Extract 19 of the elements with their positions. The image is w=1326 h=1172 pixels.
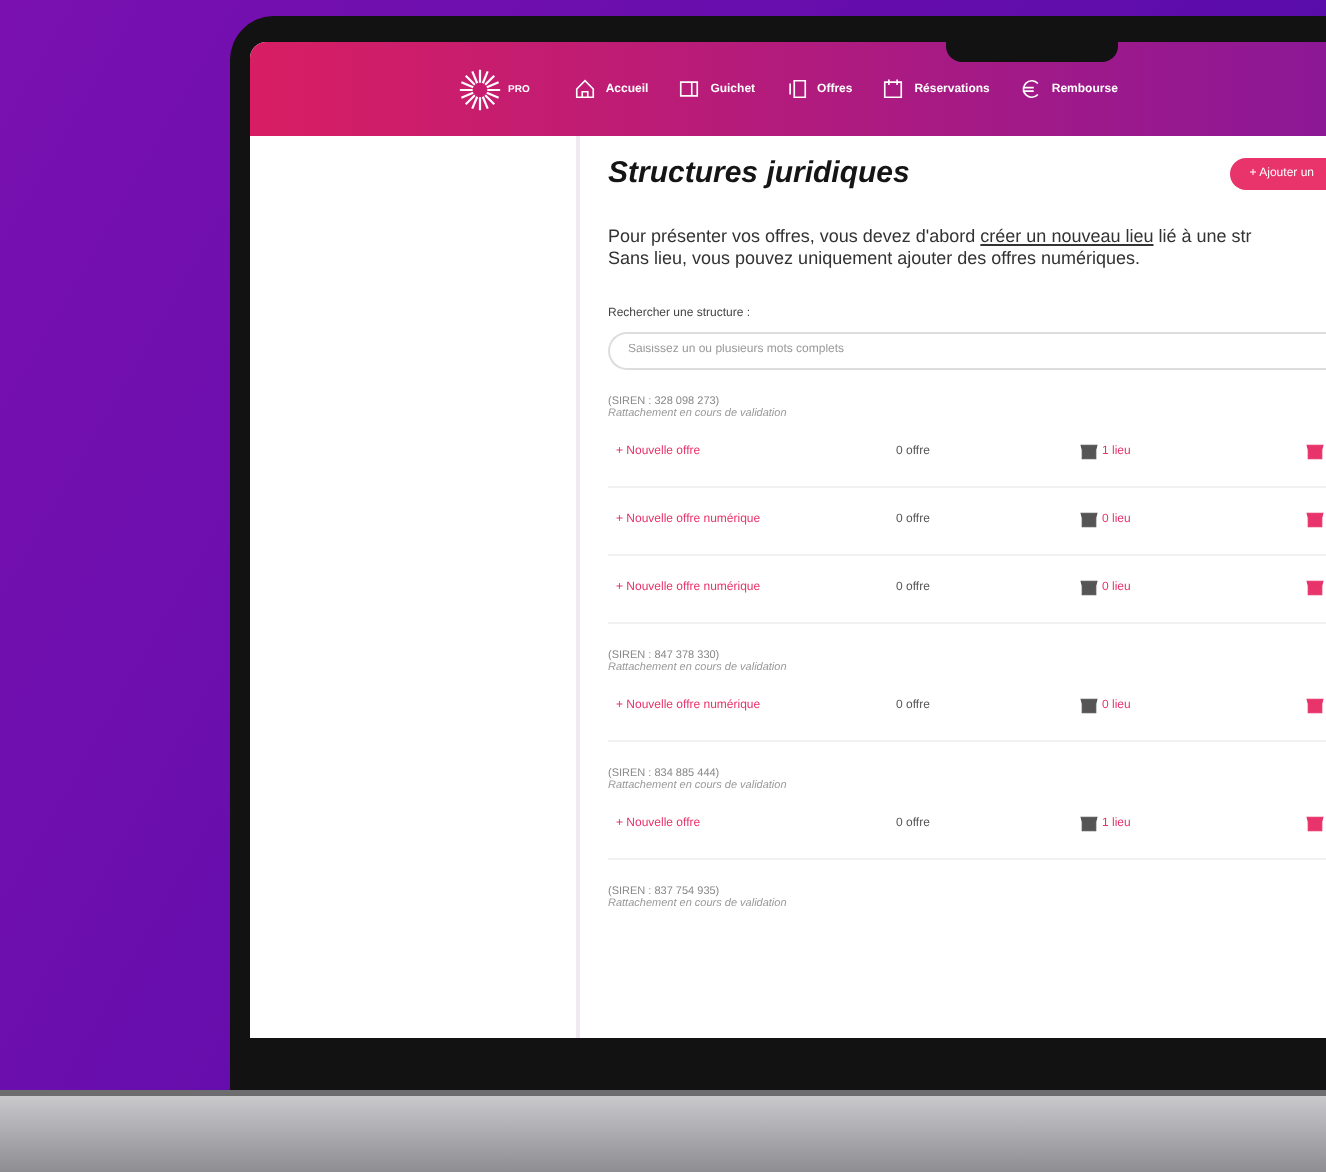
store-icon[interactable] <box>1306 512 1324 528</box>
calendar-icon <box>882 78 905 100</box>
store-icon <box>1080 698 1098 714</box>
store-icon[interactable] <box>1306 580 1324 596</box>
store-icon <box>1080 816 1098 832</box>
store-icon[interactable] <box>1306 698 1324 714</box>
page-title: Structures juridiques <box>608 156 910 190</box>
sunburst-logo-icon <box>458 67 502 111</box>
store-icon[interactable] <box>1306 444 1324 460</box>
store-icon <box>1080 580 1098 596</box>
euro-icon <box>1019 78 1042 100</box>
cards-icon <box>785 78 808 100</box>
store-icon[interactable] <box>1306 816 1324 832</box>
create-place-link[interactable]: créer un nouveau lieu <box>980 226 1154 246</box>
ticket-icon <box>678 78 701 100</box>
store-icon <box>1080 512 1098 528</box>
home-icon <box>573 78 596 100</box>
store-icon <box>1080 444 1098 460</box>
intro-text: Pour présenter vos offres, vous devez d'abord créer un nouveau lieu lié à une str Sans lieu, vous pouvez uniquement ajouter des offres numériques. <box>608 226 1254 271</box>
